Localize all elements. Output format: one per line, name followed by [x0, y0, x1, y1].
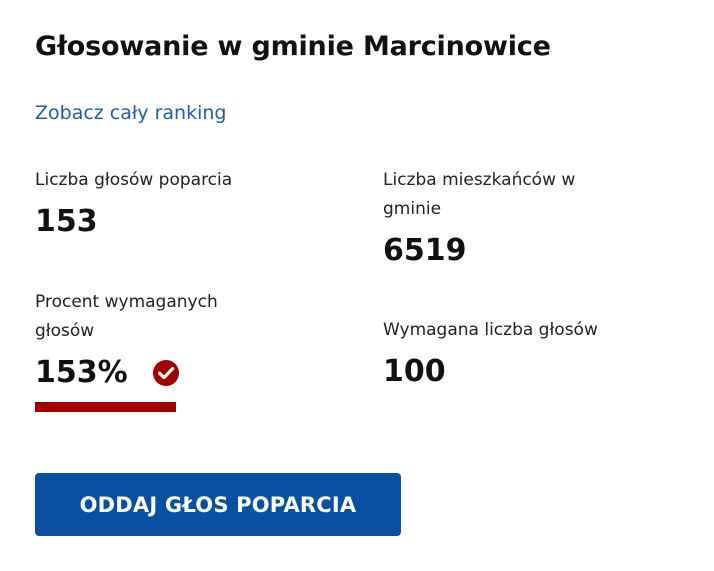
required-percent-value: 153%: [35, 355, 128, 390]
required-percent-row: 153%: [35, 355, 275, 391]
check-circle-icon: [152, 359, 180, 387]
page-title: Głosowanie w gminie Marcinowice: [35, 31, 551, 62]
residents-label: Liczba mieszkańców w gminie: [383, 170, 576, 219]
support-votes-label: Liczba głosów poparcia: [35, 170, 233, 190]
stat-required-percent: Procent wymaganych głosów 153%: [35, 288, 275, 391]
ranking-link[interactable]: Zobacz cały ranking: [35, 102, 226, 124]
stat-required-votes: Wymagana liczba głosów 100: [383, 316, 663, 390]
stat-residents: Liczba mieszkańców w gminie 6519: [383, 166, 633, 269]
support-votes-value: 153: [35, 204, 98, 239]
required-votes-value: 100: [383, 354, 446, 389]
required-percent-label: Procent wymaganych głosów: [35, 292, 218, 341]
required-percent-progress-bar: [35, 402, 176, 412]
progress-fill: [35, 402, 176, 412]
required-votes-label: Wymagana liczba głosów: [383, 320, 598, 340]
residents-value: 6519: [383, 233, 467, 268]
voting-card: Głosowanie w gminie Marcinowice Zobacz c…: [0, 0, 714, 571]
stat-support-votes: Liczba głosów poparcia 153: [35, 166, 295, 240]
vote-support-button[interactable]: ODDAJ GŁOS POPARCIA: [35, 473, 401, 536]
